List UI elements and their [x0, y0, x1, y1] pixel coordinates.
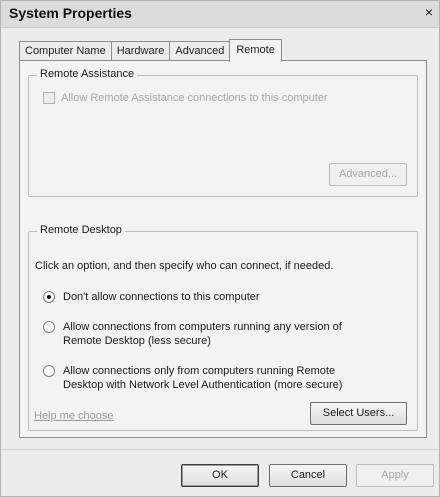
remote-assistance-title: Remote Assistance	[37, 68, 138, 80]
option-allow-nla-row[interactable]: Allow connections only from computers ru…	[43, 364, 342, 392]
allow-any-version-radio[interactable]	[43, 321, 55, 333]
allow-nla-line2: Desktop with Network Level Authenticatio…	[63, 379, 343, 391]
remote-desktop-title: Remote Desktop	[37, 224, 125, 236]
cancel-button[interactable]: Cancel	[269, 464, 347, 487]
tab-hardware[interactable]: Hardware	[110, 41, 171, 61]
allow-any-version-line2: Remote Desktop (less secure)	[63, 335, 211, 347]
ok-button[interactable]: OK	[181, 464, 259, 487]
select-users-button[interactable]: Select Users...	[310, 402, 407, 425]
help-me-choose-link[interactable]: Help me choose	[34, 410, 114, 422]
allow-any-version-line1: Allow connections from computers running…	[63, 321, 342, 333]
apply-button[interactable]: Apply	[356, 464, 434, 487]
allow-nla-line1: Allow connections only from computers ru…	[63, 365, 336, 377]
dont-allow-label: Don't allow connections to this computer	[63, 291, 260, 303]
remote-assistance-group: Remote Assistance Allow Remote Assistanc…	[28, 68, 418, 197]
allow-remote-assistance-row: Allow Remote Assistance connections to t…	[43, 91, 328, 105]
remote-desktop-instructions-row: Click an option, and then specify who ca…	[35, 259, 333, 273]
tab-advanced[interactable]: Advanced	[169, 41, 231, 61]
remote-desktop-group: Remote Desktop Click an option, and then…	[28, 224, 418, 431]
allow-any-version-label: Allow connections from computers running…	[63, 320, 342, 348]
remote-tab-panel: Remote Assistance Allow Remote Assistanc…	[19, 60, 427, 438]
window-title: System Properties	[9, 5, 132, 21]
option-allow-any-version-row[interactable]: Allow connections from computers running…	[43, 320, 342, 348]
close-icon[interactable]: ×	[421, 3, 437, 21]
system-properties-window: System Properties × Computer Name Hardwa…	[0, 0, 440, 497]
tab-strip: Computer Name Hardware Advanced Remote	[19, 39, 282, 62]
title-bar[interactable]: System Properties ×	[1, 1, 439, 28]
option-dont-allow-row[interactable]: Don't allow connections to this computer	[43, 290, 260, 304]
tab-computer-name[interactable]: Computer Name	[19, 41, 112, 61]
allow-nla-label: Allow connections only from computers ru…	[63, 364, 342, 392]
tab-remote[interactable]: Remote	[229, 39, 282, 62]
allow-nla-radio[interactable]	[43, 365, 55, 377]
footer-separator	[1, 449, 439, 450]
dont-allow-radio[interactable]	[43, 291, 55, 303]
advanced-button[interactable]: Advanced...	[329, 163, 407, 186]
allow-remote-assistance-checkbox[interactable]	[43, 92, 55, 104]
remote-desktop-instructions: Click an option, and then specify who ca…	[35, 260, 334, 272]
allow-remote-assistance-label: Allow Remote Assistance connections to t…	[61, 92, 328, 104]
